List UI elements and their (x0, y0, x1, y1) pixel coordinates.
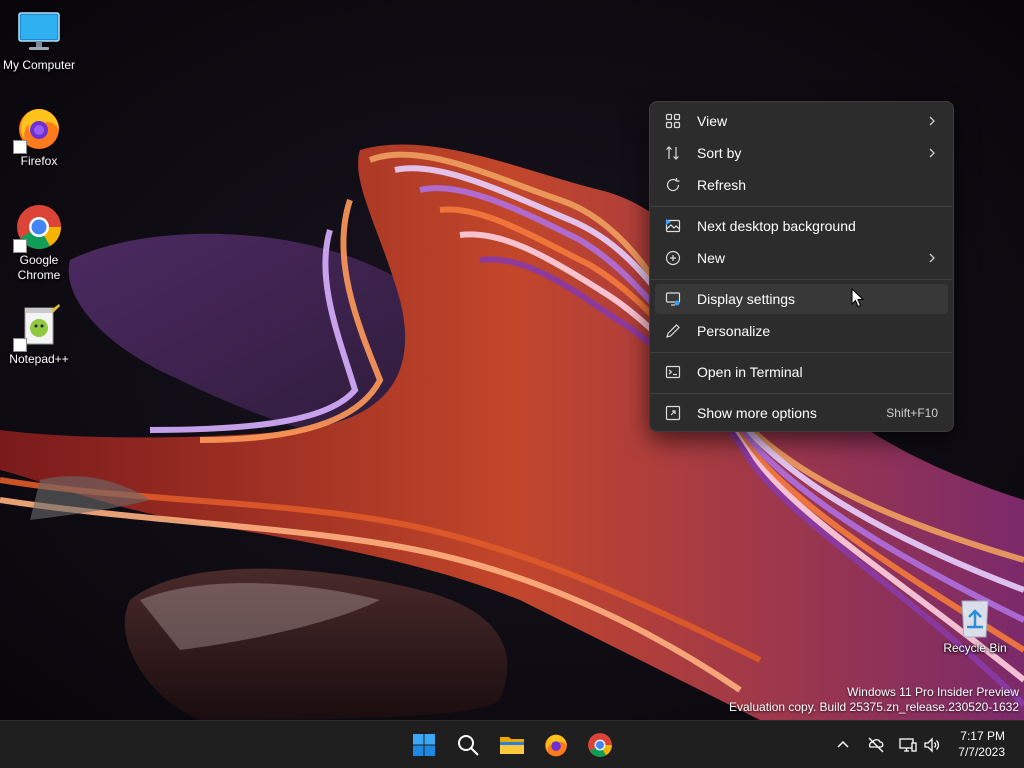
start-icon (413, 734, 435, 756)
show-hidden-icons-button[interactable] (833, 735, 853, 755)
grid-icon (665, 113, 681, 129)
menu-item-show-more-options[interactable]: Show more options Shift+F10 (655, 398, 948, 428)
chevron-right-icon (929, 148, 935, 158)
menu-item-label: Refresh (697, 177, 747, 193)
mouse-cursor-icon (851, 288, 865, 308)
notepadpp-icon (13, 302, 63, 352)
menu-separator (651, 352, 952, 353)
search-button[interactable] (452, 729, 484, 761)
monitor-icon (15, 8, 63, 56)
desktop-icon-firefox[interactable]: Firefox (1, 104, 77, 169)
desktop-icon-label: My Computer (2, 58, 76, 72)
menu-item-refresh[interactable]: Refresh (655, 170, 948, 200)
firefox-icon (545, 734, 567, 757)
firefox-icon (13, 104, 63, 154)
display-status-button[interactable] (898, 735, 918, 755)
desktop-icon-label: Recycle Bin (943, 641, 1007, 655)
desktop-icon-label: Google Chrome (17, 253, 61, 282)
desktop-icon-google-chrome[interactable]: Google Chrome (1, 203, 77, 283)
chrome-icon (588, 733, 612, 757)
recycle-bin-icon (955, 597, 995, 639)
taskbar: 7:17 PM 7/7/2023 (0, 720, 1024, 768)
chevron-right-icon (929, 253, 935, 263)
chevron-up-icon (837, 740, 849, 748)
menu-item-open-in-terminal[interactable]: Open in Terminal (655, 357, 948, 387)
menu-item-label: View (697, 113, 728, 129)
menu-item-label: Sort by (697, 145, 742, 161)
desktop-icon-label: Firefox (20, 154, 58, 168)
desktop[interactable]: My Computer Firefox Google Chrome Notepa… (0, 0, 1024, 720)
start-button[interactable] (408, 729, 440, 761)
menu-item-label: Personalize (697, 323, 771, 339)
menu-item-personalize[interactable]: Personalize (655, 316, 948, 346)
plus-circle-icon (665, 250, 681, 266)
menu-item-view[interactable]: View (655, 106, 948, 136)
clock-date: 7/7/2023 (958, 745, 1005, 759)
shortcut-arrow-icon (13, 140, 27, 154)
shortcut-arrow-icon (13, 338, 27, 352)
menu-item-label: Show more options (697, 405, 817, 421)
watermark-line-2: Evaluation copy. Build 25375.zn_release.… (729, 700, 1019, 714)
shortcut-arrow-icon (13, 239, 27, 253)
terminal-icon (665, 365, 681, 379)
shortcut-hint: Shift+F10 (886, 406, 938, 420)
menu-item-label: Display settings (697, 291, 796, 307)
taskbar-chrome-button[interactable] (584, 729, 616, 761)
clock-time: 7:17 PM (960, 729, 1005, 743)
file-explorer-button[interactable] (496, 729, 528, 761)
pen-icon (666, 324, 680, 338)
network-offline-icon (868, 737, 884, 753)
evaluation-watermark: Windows 11 Pro Insider Preview Evaluatio… (729, 685, 1019, 715)
system-clock[interactable]: 7:17 PM 7/7/2023 (958, 728, 1005, 760)
chevron-right-icon (929, 116, 935, 126)
desktop-icon-label: Notepad++ (9, 352, 69, 366)
display-settings-icon (665, 292, 681, 306)
menu-item-label: Next desktop background (697, 218, 856, 234)
chrome-icon (13, 203, 63, 253)
volume-icon (924, 737, 940, 753)
menu-item-label: New (697, 250, 726, 266)
menu-item-next-desktop-background[interactable]: Next desktop background (655, 211, 948, 241)
menu-item-sort-by[interactable]: Sort by (655, 138, 948, 168)
show-more-icon (665, 405, 681, 421)
file-explorer-icon (500, 737, 524, 754)
desktop-icon-notepadpp[interactable]: Notepad++ (1, 302, 77, 367)
volume-button[interactable] (922, 735, 942, 755)
taskbar-firefox-button[interactable] (540, 729, 572, 761)
menu-item-display-settings[interactable]: Display settings (655, 284, 948, 314)
desktop-context-menu: View Sort by Refresh Next desktop backgr… (649, 101, 954, 432)
menu-item-new[interactable]: New (655, 243, 948, 273)
menu-separator (651, 279, 952, 280)
desktop-icon-recycle-bin[interactable]: Recycle Bin (937, 597, 1013, 656)
next-background-icon (665, 219, 681, 233)
menu-separator (651, 206, 952, 207)
sort-icon (666, 146, 679, 160)
desktop-icon-my-computer[interactable]: My Computer (1, 8, 77, 73)
network-status-button[interactable] (866, 735, 886, 755)
menu-separator (651, 393, 952, 394)
menu-item-label: Open in Terminal (697, 364, 803, 380)
watermark-line-1: Windows 11 Pro Insider Preview (847, 685, 1019, 699)
refresh-icon (666, 178, 680, 192)
search-icon (458, 735, 479, 756)
display-icon (899, 738, 917, 752)
